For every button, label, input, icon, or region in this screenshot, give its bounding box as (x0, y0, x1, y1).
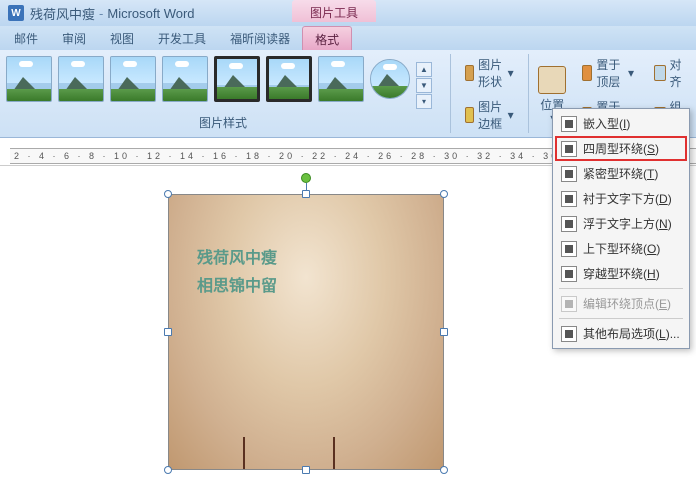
resize-handle-e[interactable] (440, 328, 448, 336)
edit-points-icon (561, 296, 577, 312)
gallery-scroll-up-icon[interactable]: ▲ (416, 62, 432, 77)
tab-review[interactable]: 审阅 (50, 26, 98, 50)
image-content: 残荷风中瘦 相思锦中留 (169, 195, 443, 469)
tab-foxit[interactable]: 福昕阅读器 (218, 26, 302, 50)
resize-handle-w[interactable] (164, 328, 172, 336)
tab-developer[interactable]: 开发工具 (146, 26, 218, 50)
edit-wrap-points: 编辑环绕顶点(E) (555, 291, 687, 316)
more-layout-icon (561, 326, 577, 342)
wrap-behind-icon (561, 191, 577, 207)
wrap-through[interactable]: 穿越型环绕(H) (555, 261, 687, 286)
contextual-tab-label: 图片工具 (292, 0, 376, 22)
title-bar: W 残荷风中瘦 - Microsoft Word 图片工具 (0, 0, 696, 26)
shape-icon (465, 65, 474, 81)
style-thumb-2[interactable] (58, 56, 104, 102)
tab-format[interactable]: 格式 (302, 26, 352, 50)
tab-view[interactable]: 视图 (98, 26, 146, 50)
gallery-more-icon[interactable]: ▾ (416, 94, 432, 109)
align-button[interactable]: 对齐 (650, 54, 690, 92)
picture-border-button[interactable]: 图片边框▾ (461, 96, 518, 134)
more-layout-options[interactable]: 其他布局选项(L)... (555, 321, 687, 346)
word-app-icon: W (8, 5, 24, 21)
app-name: Microsoft Word (107, 6, 194, 21)
picture-shape-button[interactable]: 图片形状▾ (461, 54, 518, 92)
ribbon-tabs: 邮件 审阅 视图 开发工具 福昕阅读器 格式 (0, 26, 696, 50)
wrap-in-front[interactable]: 浮于文字上方(N) (555, 211, 687, 236)
picture-styles-label: 图片样式 (0, 110, 446, 131)
tab-mail[interactable]: 邮件 (2, 26, 50, 50)
picture-styles-gallery[interactable]: ▲ ▼ ▾ (0, 50, 446, 110)
wrap-top-bottom[interactable]: 上下型环绕(O) (555, 236, 687, 261)
resize-handle-ne[interactable] (440, 190, 448, 198)
wrap-tight-icon (561, 166, 577, 182)
image-overlay-text: 残荷风中瘦 相思锦中留 (197, 245, 277, 301)
wrap-behind-text[interactable]: 衬于文字下方(D) (555, 186, 687, 211)
document-title: 残荷风中瘦 (30, 4, 95, 23)
style-thumb-7[interactable] (318, 56, 364, 102)
gallery-scroll-down-icon[interactable]: ▼ (416, 78, 432, 93)
style-thumb-3[interactable] (110, 56, 156, 102)
wrap-inline-icon (561, 116, 577, 132)
wrap-through-icon (561, 266, 577, 282)
wrap-topbottom-icon (561, 241, 577, 257)
resize-handle-se[interactable] (440, 466, 448, 474)
wrap-inline[interactable]: 嵌入型(I) (555, 111, 687, 136)
wrap-tight[interactable]: 紧密型环绕(T) (555, 161, 687, 186)
wrap-front-icon (561, 216, 577, 232)
selected-image[interactable]: 残荷风中瘦 相思锦中留 (168, 194, 444, 470)
text-wrap-dropdown: 嵌入型(I) 四周型环绕(S) 紧密型环绕(T) 衬于文字下方(D) 浮于文字上… (552, 108, 690, 349)
wrap-square-icon (561, 141, 577, 157)
align-icon (654, 65, 666, 81)
border-icon (465, 107, 474, 123)
style-thumb-5[interactable] (214, 56, 260, 102)
rotate-handle[interactable] (301, 173, 311, 183)
resize-handle-sw[interactable] (164, 466, 172, 474)
bring-to-front-button[interactable]: 置于顶层▾ (578, 54, 638, 92)
resize-handle-s[interactable] (302, 466, 310, 474)
bring-front-icon (582, 65, 592, 81)
resize-handle-nw[interactable] (164, 190, 172, 198)
style-thumb-6[interactable] (266, 56, 312, 102)
wrap-square[interactable]: 四周型环绕(S) (555, 136, 687, 161)
position-icon (538, 66, 566, 94)
style-thumb-4[interactable] (162, 56, 208, 102)
style-thumb-1[interactable] (6, 56, 52, 102)
title-separator: - (99, 6, 103, 21)
resize-handle-n[interactable] (302, 190, 310, 198)
style-thumb-8[interactable] (370, 59, 410, 99)
